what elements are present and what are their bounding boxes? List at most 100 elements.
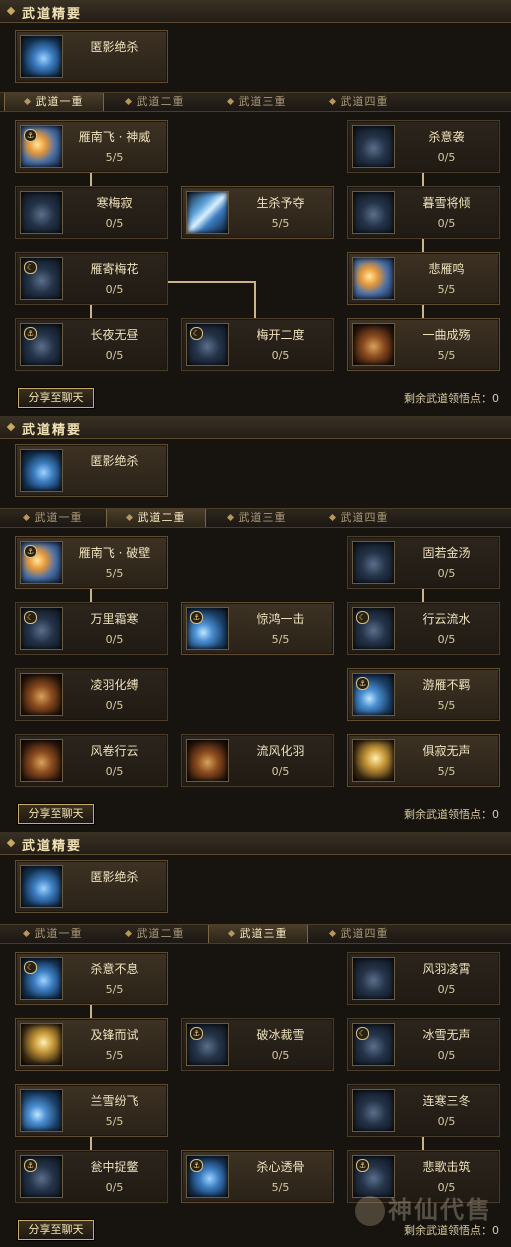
skill-icon bbox=[20, 449, 63, 492]
section-title: 武道精要 bbox=[22, 839, 83, 854]
skill-name: 暮雪将倾 bbox=[422, 196, 471, 210]
skill-card[interactable]: ⚓ 瓮中捉鳖 0/5 bbox=[15, 1150, 168, 1203]
skill-card[interactable]: ⚓ 雁南飞 · 神威 5/5 bbox=[15, 120, 168, 173]
skill-card[interactable]: 悲雁鸣 5/5 bbox=[347, 252, 500, 305]
skill-name: 游雁不羁 bbox=[422, 678, 471, 692]
skill-name: 瓮中捉鳖 bbox=[90, 1160, 139, 1174]
skill-card[interactable]: ☾ 万里霜寒 0/5 bbox=[15, 602, 168, 655]
skill-level: 5/5 bbox=[271, 633, 290, 646]
tab-tier-4[interactable]: 武道四重 bbox=[310, 93, 408, 111]
skill-name: 兰雪纷飞 bbox=[90, 1094, 139, 1108]
tab-tier-2[interactable]: 武道二重 bbox=[106, 509, 206, 527]
skill-card[interactable]: ⚓ 惊鸿一击 5/5 bbox=[181, 602, 334, 655]
skill-icon bbox=[352, 957, 395, 1000]
skill-level: 5/5 bbox=[105, 1115, 124, 1128]
skill-card[interactable]: 固若金汤 0/5 bbox=[347, 536, 500, 589]
skill-card[interactable]: ☾ 雁寄梅花 0/5 bbox=[15, 252, 168, 305]
skill-icon: ⚓ bbox=[20, 125, 63, 168]
section-header: 武道精要 bbox=[0, 416, 511, 439]
skill-card[interactable]: ☾ 梅开二度 0/5 bbox=[181, 318, 334, 371]
skill-level: 0/5 bbox=[437, 1115, 456, 1128]
skill-name: 万里霜寒 bbox=[90, 612, 139, 626]
skill-card[interactable]: 生杀予夺 5/5 bbox=[181, 186, 334, 239]
skill-level: 5/5 bbox=[437, 349, 456, 362]
rune-icon: ⚓ bbox=[24, 327, 37, 340]
skill-card[interactable]: ⚓ 雁南飞 · 破壁 5/5 bbox=[15, 536, 168, 589]
tree-connector bbox=[90, 588, 92, 602]
rune-icon: ☾ bbox=[356, 611, 369, 624]
skill-level: 5/5 bbox=[437, 699, 456, 712]
skill-name: 雁南飞 · 神威 bbox=[78, 130, 151, 144]
skill-card[interactable]: 风羽凌霄 0/5 bbox=[347, 952, 500, 1005]
diamond-icon bbox=[6, 422, 16, 432]
skill-name: 雁南飞 · 破壁 bbox=[78, 546, 151, 560]
skill-card[interactable]: ⚓ 游雁不羁 5/5 bbox=[347, 668, 500, 721]
diamond-icon bbox=[22, 929, 30, 938]
rune-icon: ☾ bbox=[190, 327, 203, 340]
tab-tier-1[interactable]: 武道一重 bbox=[4, 925, 102, 943]
skill-card[interactable]: ⚓ 破冰裁雪 0/5 bbox=[181, 1018, 334, 1071]
skill-level: 5/5 bbox=[105, 1049, 124, 1062]
tab-tier-1[interactable]: 武道一重 bbox=[4, 93, 104, 111]
skill-name: 流风化羽 bbox=[256, 744, 305, 758]
skill-card[interactable]: 凌羽化缚 0/5 bbox=[15, 668, 168, 721]
tier-tabs: 武道一重 武道二重 武道三重 武道四重 bbox=[0, 92, 511, 112]
rune-icon: ⚓ bbox=[190, 1027, 203, 1040]
skill-card[interactable]: 一曲成殇 5/5 bbox=[347, 318, 500, 371]
skill-card[interactable]: ⚓ 杀心透骨 5/5 bbox=[181, 1150, 334, 1203]
tab-tier-4[interactable]: 武道四重 bbox=[310, 925, 408, 943]
passive-skill-card[interactable]: 匿影绝杀 bbox=[15, 444, 168, 497]
skill-icon bbox=[20, 35, 63, 78]
share-to-chat-button[interactable]: 分享至聊天 bbox=[18, 804, 94, 824]
tab-tier-3[interactable]: 武道三重 bbox=[208, 925, 308, 943]
skill-name: 雁寄梅花 bbox=[90, 262, 139, 276]
skill-card[interactable]: 连寒三冬 0/5 bbox=[347, 1084, 500, 1137]
tree-connector bbox=[422, 304, 424, 318]
skill-name: 破冰裁雪 bbox=[256, 1028, 305, 1042]
skill-card[interactable]: 寒梅寂 0/5 bbox=[15, 186, 168, 239]
skill-name: 生杀予夺 bbox=[256, 196, 305, 210]
skill-card[interactable]: 风卷行云 0/5 bbox=[15, 734, 168, 787]
skill-card[interactable]: ⚓ 长夜无昼 0/5 bbox=[15, 318, 168, 371]
skill-name: 匿影绝杀 bbox=[90, 870, 139, 884]
tab-tier-2[interactable]: 武道二重 bbox=[106, 925, 204, 943]
skill-panel-3: 武道精要 匿影绝杀 武道一重 武道二重 武道三重 武道四重 ☾ 杀意不息 5/5 风… bbox=[0, 832, 511, 1247]
tree-connector bbox=[422, 1136, 424, 1150]
skill-icon bbox=[20, 673, 63, 716]
skill-card[interactable]: 及锋而试 5/5 bbox=[15, 1018, 168, 1071]
skill-icon: ☾ bbox=[20, 957, 63, 1000]
diamond-icon bbox=[328, 929, 336, 938]
skill-card[interactable]: ☾ 行云流水 0/5 bbox=[347, 602, 500, 655]
share-to-chat-button[interactable]: 分享至聊天 bbox=[18, 388, 94, 408]
tree-connector bbox=[90, 1136, 92, 1150]
passive-skill-card[interactable]: 匿影绝杀 bbox=[15, 860, 168, 913]
skill-card[interactable]: 流风化羽 0/5 bbox=[181, 734, 334, 787]
skill-card[interactable]: 杀意袭 0/5 bbox=[347, 120, 500, 173]
diamond-icon bbox=[23, 97, 31, 106]
skill-name: 寒梅寂 bbox=[96, 196, 133, 210]
tab-tier-3[interactable]: 武道三重 bbox=[208, 93, 306, 111]
tab-tier-3[interactable]: 武道三重 bbox=[208, 509, 306, 527]
skill-icon: ☾ bbox=[186, 323, 229, 366]
tab-tier-4[interactable]: 武道四重 bbox=[310, 509, 408, 527]
skill-card[interactable]: ☾ 冰雪无声 0/5 bbox=[347, 1018, 500, 1071]
skill-level: 0/5 bbox=[105, 349, 124, 362]
passive-skill-card[interactable]: 匿影绝杀 bbox=[15, 30, 168, 83]
skill-card[interactable]: 俱寂无声 5/5 bbox=[347, 734, 500, 787]
skill-name: 长夜无昼 bbox=[90, 328, 139, 342]
skill-level: 5/5 bbox=[271, 217, 290, 230]
skill-name: 悲雁鸣 bbox=[428, 262, 465, 276]
skill-card[interactable]: 暮雪将倾 0/5 bbox=[347, 186, 500, 239]
tree-connector bbox=[90, 172, 92, 186]
skill-card[interactable]: 兰雪纷飞 5/5 bbox=[15, 1084, 168, 1137]
tab-tier-1[interactable]: 武道一重 bbox=[4, 509, 102, 527]
diamond-icon bbox=[22, 513, 30, 522]
rune-icon: ☾ bbox=[24, 261, 37, 274]
skill-name: 行云流水 bbox=[422, 612, 471, 626]
tree-connector bbox=[90, 304, 92, 318]
skill-icon: ⚓ bbox=[20, 323, 63, 366]
tab-tier-2[interactable]: 武道二重 bbox=[106, 93, 204, 111]
skill-card[interactable]: ☾ 杀意不息 5/5 bbox=[15, 952, 168, 1005]
share-to-chat-button[interactable]: 分享至聊天 bbox=[18, 1220, 94, 1240]
skill-name: 悲歌击筑 bbox=[422, 1160, 471, 1174]
